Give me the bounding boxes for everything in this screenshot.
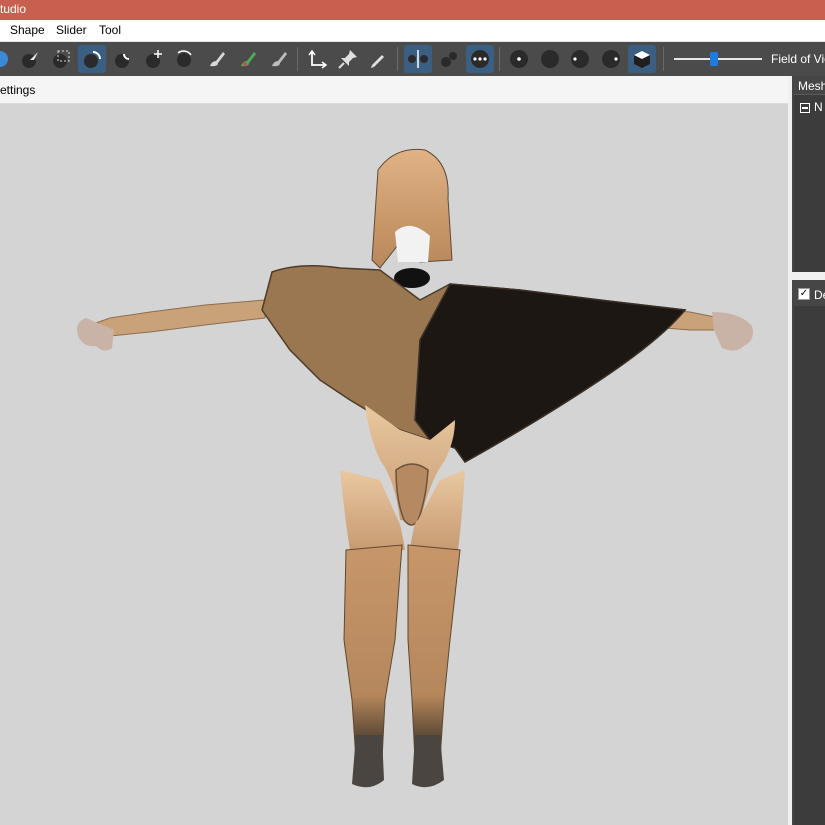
capelet-right	[414, 283, 687, 463]
alpha-brush-button[interactable]	[265, 45, 293, 73]
title-bar: tudio	[0, 0, 825, 20]
move-brush-icon	[146, 50, 162, 68]
left-boot	[352, 735, 384, 788]
right-leg	[407, 544, 461, 761]
field-of-view-slider[interactable]	[674, 51, 762, 67]
mask-select-button[interactable]	[47, 45, 75, 73]
move-brush-button[interactable]	[140, 45, 168, 73]
mesh-panel-title: Mesh	[798, 79, 825, 93]
x-mirror-icon	[408, 50, 428, 68]
smooth-brush-button[interactable]	[170, 45, 198, 73]
window-title: tudio	[0, 2, 27, 16]
collapse-icon[interactable]	[800, 102, 810, 113]
show-vertices-button[interactable]	[505, 45, 533, 73]
details-panel	[794, 306, 825, 825]
character-model-render	[77, 148, 753, 788]
show-colors-button[interactable]	[597, 45, 625, 73]
vertex-edit-icon	[371, 55, 384, 68]
right-hand	[712, 312, 753, 351]
transform-button[interactable]	[303, 45, 331, 73]
smooth-brush-icon	[177, 50, 192, 67]
deflate-brush-icon	[115, 53, 130, 68]
partial-tool-icon	[0, 51, 8, 67]
select-arrow-icon	[22, 52, 38, 68]
mesh-panel-header: Mesh	[794, 76, 825, 94]
global-brush-icon	[471, 50, 489, 68]
viewport-tab-strip: ettings	[0, 76, 788, 104]
connected-only-button[interactable]	[435, 45, 463, 73]
menu-bar: Shape Slider Tool	[0, 20, 825, 42]
toolbar: Field of Vie	[0, 42, 825, 76]
slider-thumb[interactable]	[709, 52, 718, 66]
inflate-brush-button[interactable]	[78, 45, 106, 73]
details-panel-header: ✓ De	[794, 282, 825, 304]
deflate-brush-button[interactable]	[109, 45, 137, 73]
3d-viewport[interactable]	[0, 104, 788, 825]
x-mirror-button[interactable]	[404, 45, 432, 73]
pivot-button[interactable]	[334, 45, 362, 73]
details-checkbox[interactable]: ✓	[798, 288, 810, 300]
menu-tool[interactable]: Tool	[99, 23, 121, 37]
weight-brush-icon	[210, 52, 225, 67]
mesh-tree-item-label: N	[814, 100, 823, 114]
right-boot	[412, 735, 444, 788]
toolbar-separator	[397, 47, 398, 71]
show-mask-button[interactable]	[536, 45, 564, 73]
mesh-tree-panel: N	[794, 94, 825, 273]
color-brush-icon	[241, 52, 256, 67]
solid-cube-icon	[634, 51, 650, 68]
inflate-brush-icon	[84, 51, 101, 68]
alpha-brush-icon	[272, 52, 287, 67]
show-weights-icon	[571, 50, 589, 68]
mask-select-icon	[53, 50, 70, 68]
select-button[interactable]	[16, 45, 44, 73]
vertex-edit-button[interactable]	[364, 45, 392, 73]
show-vertices-icon	[510, 50, 528, 68]
mesh-tree-item[interactable]: N	[800, 100, 823, 114]
settings-tab[interactable]: ettings	[0, 83, 35, 97]
global-brush-button[interactable]	[466, 45, 494, 73]
solid-render-button[interactable]	[628, 45, 656, 73]
pivot-pin-icon	[338, 50, 357, 69]
sidebar-splitter[interactable]	[788, 76, 792, 825]
panel-divider[interactable]	[788, 272, 825, 280]
toolbar-separator	[297, 47, 298, 71]
field-of-view-label: Field of Vie	[771, 52, 825, 66]
partial-tool-button[interactable]	[0, 45, 14, 73]
left-leg	[343, 544, 403, 761]
connected-only-icon	[441, 52, 457, 67]
show-mask-icon	[541, 50, 559, 68]
details-checkbox-label: De	[814, 288, 825, 302]
show-colors-icon	[602, 50, 620, 68]
color-brush-button[interactable]	[234, 45, 262, 73]
toolbar-separator	[499, 47, 500, 71]
menu-shape[interactable]: Shape	[10, 23, 45, 37]
slider-track	[674, 58, 762, 60]
transform-axes-icon	[308, 49, 328, 69]
menu-slider[interactable]: Slider	[56, 23, 87, 37]
toolbar-separator	[663, 47, 664, 71]
show-weights-button[interactable]	[566, 45, 594, 73]
weight-brush-button[interactable]	[203, 45, 231, 73]
